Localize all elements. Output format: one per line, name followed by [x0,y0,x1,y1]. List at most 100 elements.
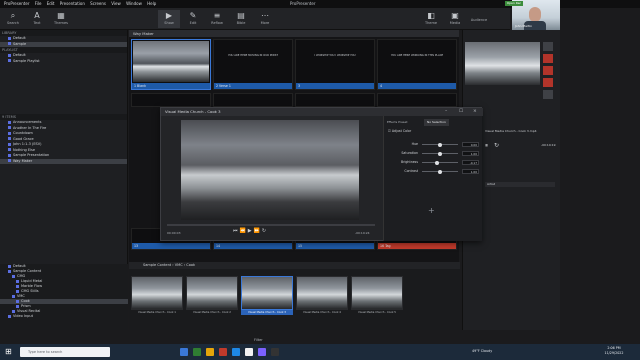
brightness-knob[interactable] [435,160,440,165]
saturation-knob[interactable] [438,151,442,156]
audience-button[interactable]: Audience [468,18,490,28]
propresenter-icon[interactable] [271,348,279,356]
media-thumb[interactable] [186,276,238,310]
rewind-icon[interactable]: ⏪ [240,228,248,234]
add-effect-icon[interactable]: + [428,206,435,215]
tab-effects-preset[interactable]: Effects Preset [384,119,411,126]
edit-button[interactable]: ✎ Edit [182,10,204,28]
output-preview [465,42,540,85]
folder-icon [8,42,11,45]
book-icon: ▤ [237,11,245,20]
forward-icon[interactable]: ⏩ [254,228,262,234]
hue-knob[interactable] [438,142,442,147]
themes-button[interactable]: ▦ Themes [50,10,72,28]
clear-audio-button[interactable] [543,78,553,87]
media-tree-item[interactable]: Video Input [0,314,128,319]
maximize-icon[interactable]: ☐ [459,108,463,116]
brightness-value[interactable]: -0.17 [462,160,479,165]
contrast-knob[interactable] [438,169,442,174]
media-thumb[interactable] [296,276,348,310]
weather-widget[interactable]: 49°F Cloudy [472,349,492,353]
menu-app[interactable]: ProPresenter [4,0,29,8]
breadcrumb-item[interactable]: Sample Content [143,263,171,267]
menu-help[interactable]: Help [147,0,156,8]
slide-thumbnail [133,41,209,82]
slide-row-2[interactable] [131,93,211,107]
media-thumb-selected[interactable] [241,276,293,310]
media-time: -00:19:19 [541,143,556,147]
slide-2[interactable]: YOU ARE HERE MOVING IN OUR MIDST 2 Verse… [213,39,293,90]
folder-icon [12,294,15,298]
effects-tabs: Effects Preset No Selection [384,119,483,126]
taskbar-clock[interactable]: 2:06 PM 11/29/2022 [594,346,634,356]
breadcrumb-item[interactable]: Cook [186,263,195,267]
taskbar-search-input[interactable]: Type here to search [20,347,110,357]
visual-media-window: Visual Media Church - Cook 3 – ☐ × 00:00… [160,107,483,241]
menu-view[interactable]: View [111,0,121,8]
app-icon[interactable] [193,348,201,356]
slide-label: 2 Verse 1 [214,83,292,89]
slide-3[interactable]: I WORSHIP YOU I WORSHIP YOU 3 [295,39,375,90]
more-button[interactable]: ⋯ More [254,10,276,28]
media-thumb[interactable] [131,276,183,310]
clear-media-button[interactable] [543,66,553,75]
clear-all-button[interactable] [543,42,553,51]
app-icon[interactable] [219,348,227,356]
slide-label: 16 Tag [378,243,456,249]
media-filter[interactable]: Filter [254,338,263,342]
contrast-value[interactable]: 1.00 [462,169,479,174]
bible-button[interactable]: ▤ Bible [230,10,252,28]
media-thumb[interactable] [351,276,403,310]
video-preview [181,120,359,220]
theme-button[interactable]: ◧ Theme [420,10,442,28]
brightness-control: Brightness -0.17 [401,160,479,165]
open-rec-button[interactable]: Open Rec [505,1,523,6]
menu-edit[interactable]: Edit [47,0,55,8]
app-icon[interactable] [258,348,266,356]
search-button[interactable]: ⌕ Search [2,10,24,28]
brightness-slider[interactable] [422,162,458,163]
slide-label: 4 [378,83,456,89]
clear-props-button[interactable] [543,90,553,99]
slide-row-2[interactable] [377,93,457,107]
tab-no-selection[interactable]: No Selection [424,119,449,126]
text-button[interactable]: A Text [26,10,48,28]
menu-screens[interactable]: Screens [90,0,106,8]
slide-text: YOU ARE HERE MOVING IN OUR MIDST [228,54,278,57]
reflow-button[interactable]: ≡ Reflow [206,10,228,28]
media-button[interactable]: ▣ Media [444,10,466,28]
loop-icon[interactable]: ↻ [262,228,268,234]
menu-presentation[interactable]: Presentation [60,0,85,8]
audio-bin-row[interactable]: Artist [485,182,555,187]
task-view-icon[interactable] [180,348,188,356]
adjust-color-toggle[interactable]: ☑ Adjust Color [388,129,411,133]
clear-buttons [543,42,555,132]
chrome-icon[interactable] [245,348,253,356]
menu-file[interactable]: File [35,0,42,8]
folder-icon[interactable] [206,348,214,356]
saturation-value[interactable]: 1.00 [462,151,479,156]
document-icon [8,142,11,146]
breadcrumb-item[interactable]: VMC [175,263,183,267]
minimize-icon[interactable]: – [445,108,447,116]
slide-4[interactable]: YOU ARE HERE WORKING IN THIS PLACE 4 [377,39,457,90]
presentation-item[interactable]: Way Maker [0,158,127,164]
clear-slide-button[interactable] [543,54,553,63]
slide-text: I WORSHIP YOU I WORSHIP YOU [314,54,356,57]
menu-window[interactable]: Window [126,0,142,8]
themes-icon: ▦ [57,11,65,20]
video-scrubber[interactable] [167,224,375,226]
slide-row-2[interactable] [295,93,375,107]
close-icon[interactable]: × [473,108,477,116]
slide-1[interactable]: 1 Blank [131,39,211,90]
windows-start-icon[interactable]: ⊞ [5,348,13,356]
hue-value[interactable]: 0.00 [462,142,479,147]
show-button[interactable]: ▶ Show [158,10,180,28]
edge-icon[interactable] [232,348,240,356]
document-icon [8,126,11,129]
slide-label: 14 [214,243,292,249]
slide-row-2[interactable] [213,93,293,107]
loop-icon[interactable]: ↻ [494,142,501,149]
pause-icon[interactable]: ⏸ [485,142,490,149]
